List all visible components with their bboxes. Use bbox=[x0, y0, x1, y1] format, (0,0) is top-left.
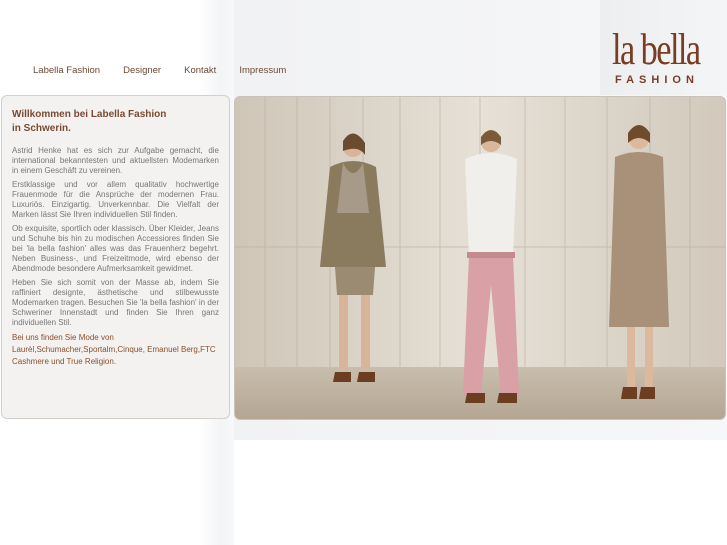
fashion-photo-illustration bbox=[235, 97, 725, 419]
intro-paragraph: Astrid Henke hat es sich zur Aufgabe gem… bbox=[12, 146, 219, 175]
nav-item-kontakt[interactable]: Kontakt bbox=[184, 65, 216, 76]
brands-text: Bei uns finden Sie Mode von Laurèl,Schum… bbox=[12, 333, 216, 366]
fashion-photo bbox=[234, 96, 726, 420]
logo-subtitle: FASHION bbox=[615, 74, 699, 86]
intro-panel: Willkommen bei Labella Fashion in Schwer… bbox=[1, 95, 230, 419]
page-title-line2: in Schwerin. bbox=[12, 123, 71, 134]
nav-item-labella-fashion[interactable]: Labella Fashion bbox=[33, 65, 100, 76]
intro-paragraph: Erstklassige und vor allem qualitativ ho… bbox=[12, 180, 219, 219]
page-title-line1: Willkommen bei Labella Fashion bbox=[12, 109, 167, 120]
intro-paragraph: Ob exquisite, sportlich oder klassisch. … bbox=[12, 224, 219, 273]
nav-item-impressum[interactable]: Impressum bbox=[239, 65, 286, 76]
logo-wordmark: la bella bbox=[612, 25, 701, 74]
brand-logo[interactable]: la bella FASHION bbox=[612, 28, 724, 90]
nav-item-designer[interactable]: Designer bbox=[123, 65, 161, 76]
intro-paragraph: Heben Sie sich somit von der Masse ab, i… bbox=[12, 278, 219, 327]
page-title: Willkommen bei Labella Fashion in Schwer… bbox=[12, 108, 219, 136]
main-nav: Labella Fashion Designer Kontakt Impress… bbox=[33, 65, 286, 76]
